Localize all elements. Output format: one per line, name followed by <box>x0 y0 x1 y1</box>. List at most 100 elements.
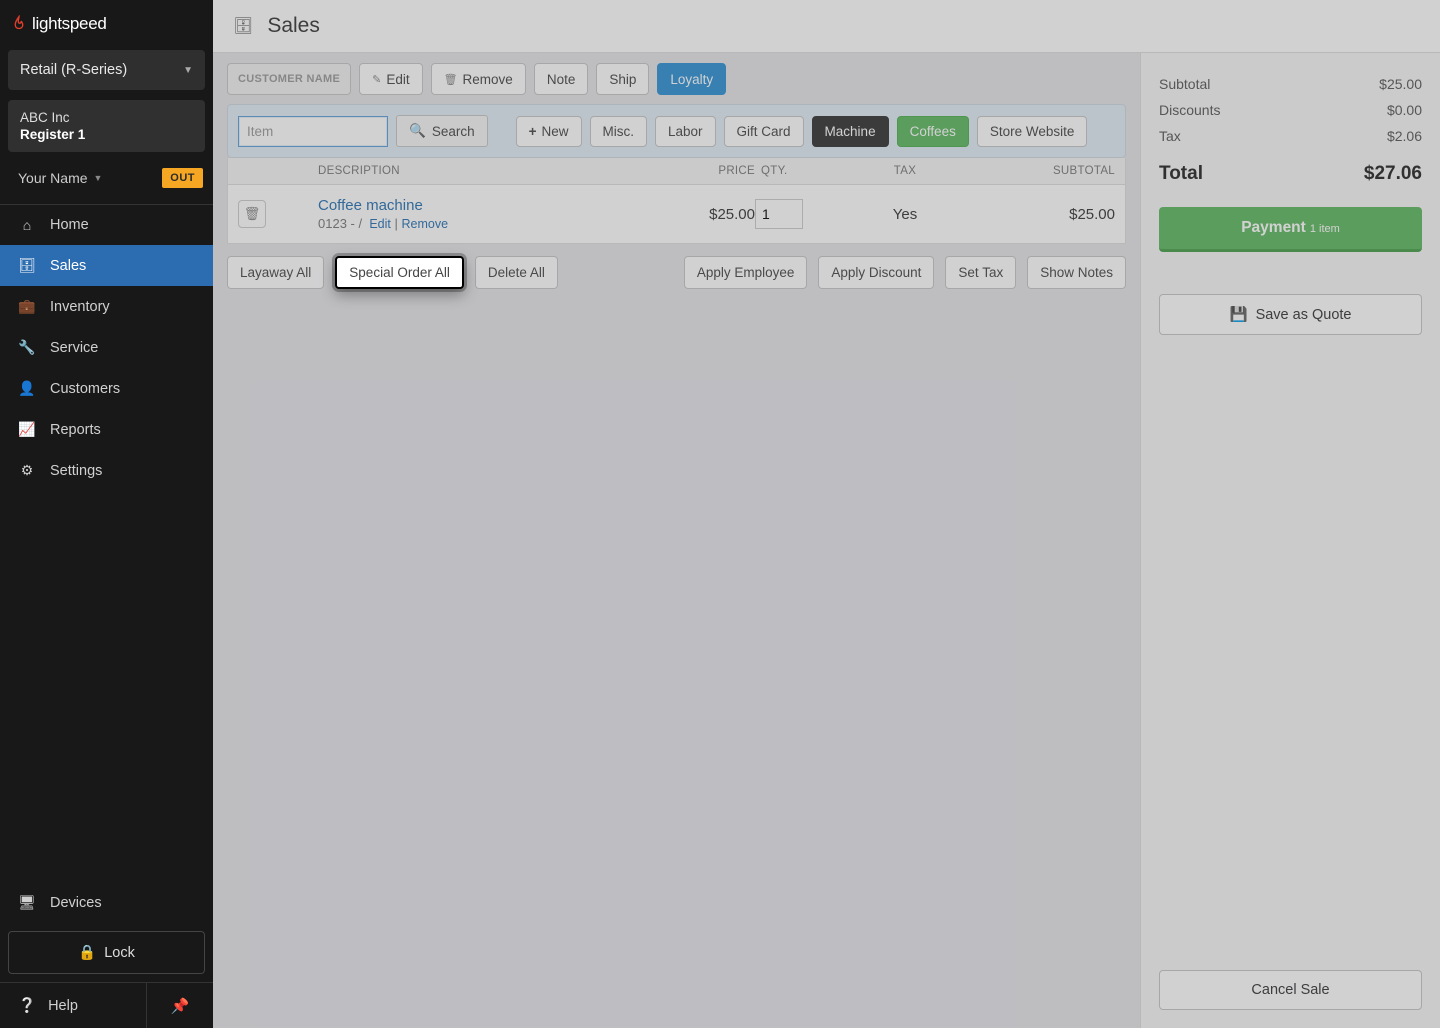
user-row: Your Name ▼ OUT <box>0 152 213 204</box>
company-name: ABC Inc <box>20 110 193 125</box>
lock-button[interactable]: 🔒Lock <box>8 931 205 974</box>
product-sku: 0123 - / <box>318 216 362 231</box>
nav-devices[interactable]: 🖥Devices <box>0 882 213 923</box>
apply-employee-button[interactable]: Apply Employee <box>684 256 808 289</box>
user-name: Your Name <box>18 170 88 186</box>
nav-sales[interactable]: 🗄 Sales <box>0 245 213 286</box>
user-menu[interactable]: Your Name ▼ <box>18 170 102 186</box>
clock-status-badge[interactable]: OUT <box>162 168 203 188</box>
plus-icon: + <box>529 124 537 139</box>
nav-home[interactable]: ⌂ Home <box>0 205 213 245</box>
nav-label: Devices <box>50 895 102 911</box>
misc-button[interactable]: Misc. <box>590 116 648 147</box>
nav-settings[interactable]: ⚙Settings <box>0 450 213 491</box>
total-label: Total <box>1159 163 1203 185</box>
special-order-all-button[interactable]: Special Order All <box>335 256 464 289</box>
nav-label: Sales <box>50 258 86 274</box>
nav-service[interactable]: 🔧Service <box>0 327 213 368</box>
briefcase-icon: 💼 <box>18 298 36 315</box>
line-tax: Yes <box>825 206 985 223</box>
nav-label: Customers <box>50 381 120 397</box>
set-tax-button[interactable]: Set Tax <box>945 256 1016 289</box>
trash-icon: 🗑 <box>244 206 261 222</box>
discount-label: Discounts <box>1159 102 1220 118</box>
nav-reports[interactable]: 📈 Reports <box>0 409 213 450</box>
sidebar-bottom: 🖥Devices 🔒Lock ❔ Help 📌 <box>0 882 213 1028</box>
apply-discount-button[interactable]: Apply Discount <box>818 256 934 289</box>
machine-button[interactable]: Machine <box>812 116 889 147</box>
coffees-button[interactable]: Coffees <box>897 116 969 147</box>
search-icon: 🔍 <box>409 123 426 139</box>
item-search-input[interactable] <box>238 116 388 147</box>
loyalty-button[interactable]: Loyalty <box>657 63 726 95</box>
home-icon: ⌂ <box>18 217 36 233</box>
col-description: DESCRIPTION <box>318 165 655 177</box>
register-block[interactable]: ABC Inc Register 1 <box>8 100 205 152</box>
customer-chip[interactable]: CUSTOMER NAME <box>227 63 351 95</box>
gear-icon: ⚙ <box>18 462 36 479</box>
edit-button[interactable]: ✎Edit <box>359 63 422 95</box>
total-value: $27.06 <box>1364 163 1422 185</box>
user-icon: 👤 <box>18 380 36 397</box>
chart-icon: 📈 <box>18 421 36 438</box>
ship-button[interactable]: Ship <box>596 63 649 95</box>
retail-selector[interactable]: Retail (R-Series) ▼ <box>8 50 205 90</box>
nav-label: Reports <box>50 422 101 438</box>
payment-label: Payment <box>1241 219 1306 236</box>
note-button[interactable]: Note <box>534 63 589 95</box>
brand-name: lightspeed <box>32 14 107 34</box>
category-bar: +New Misc. Labor Gift Card Machine Coffe… <box>516 116 1088 147</box>
col-tax: TAX <box>825 165 985 177</box>
line-subtotal: $25.00 <box>985 206 1115 223</box>
content: CUSTOMER NAME ✎Edit 🗑Remove Note Ship Lo… <box>213 53 1440 1028</box>
nav-label: Home <box>50 217 89 233</box>
pin-button[interactable]: 📌 <box>147 983 213 1028</box>
line-item: 🗑 Coffee machine 0123 - / Edit | Remove … <box>227 185 1126 244</box>
product-name-link[interactable]: Coffee machine <box>318 197 655 214</box>
col-price: PRICE <box>655 165 755 177</box>
qty-input[interactable] <box>755 199 803 229</box>
register-icon: 🗄 <box>18 257 36 274</box>
save-icon: 💾 <box>1230 306 1248 323</box>
register-name: Register 1 <box>20 127 193 142</box>
page-title: Sales <box>267 14 320 38</box>
line-remove-link[interactable]: Remove <box>401 217 448 231</box>
help-icon: ❔ <box>18 997 36 1014</box>
payment-button[interactable]: Payment 1 item <box>1159 207 1422 252</box>
show-notes-button[interactable]: Show Notes <box>1027 256 1126 289</box>
table-header: DESCRIPTION PRICE QTY. TAX SUBTOTAL <box>227 158 1126 185</box>
col-qty: QTY. <box>755 165 825 177</box>
flame-icon <box>10 15 28 33</box>
new-button[interactable]: +New <box>516 116 582 147</box>
delete-all-button[interactable]: Delete All <box>475 256 558 289</box>
logo: lightspeed <box>0 0 213 44</box>
totals-panel: Subtotal$25.00 Discounts$0.00 Tax$2.06 T… <box>1140 53 1440 1028</box>
main: 🗄 Sales CUSTOMER NAME ✎Edit 🗑Remove Note… <box>213 0 1440 1028</box>
nav-customers[interactable]: 👤 Customers <box>0 368 213 409</box>
delete-line-button[interactable]: 🗑 <box>238 200 266 228</box>
save-quote-button[interactable]: 💾Save as Quote <box>1159 294 1422 335</box>
line-description: Coffee machine 0123 - / Edit | Remove <box>318 197 655 231</box>
sale-area: CUSTOMER NAME ✎Edit 🗑Remove Note Ship Lo… <box>213 53 1140 1028</box>
register-icon: 🗄 <box>233 16 253 36</box>
line-edit-link[interactable]: Edit <box>369 217 391 231</box>
layaway-all-button[interactable]: Layaway All <box>227 256 324 289</box>
subtotal-label: Subtotal <box>1159 76 1210 92</box>
help-link[interactable]: ❔ Help <box>0 983 147 1028</box>
cancel-sale-button[interactable]: Cancel Sale <box>1159 970 1422 1010</box>
pencil-icon: ✎ <box>372 73 381 86</box>
labor-button[interactable]: Labor <box>655 116 716 147</box>
remove-button[interactable]: 🗑Remove <box>431 63 526 95</box>
customer-toolbar: CUSTOMER NAME ✎Edit 🗑Remove Note Ship Lo… <box>227 63 1126 95</box>
help-label: Help <box>48 998 78 1014</box>
bulk-actions: Layaway All Special Order All Delete All… <box>227 256 1126 289</box>
search-button[interactable]: 🔍Search <box>396 115 488 147</box>
wrench-icon: 🔧 <box>18 339 36 356</box>
nav-inventory[interactable]: 💼Inventory <box>0 286 213 327</box>
payment-count: 1 item <box>1310 223 1340 235</box>
giftcard-button[interactable]: Gift Card <box>724 116 804 147</box>
col-subtotal: SUBTOTAL <box>985 165 1115 177</box>
store-website-button[interactable]: Store Website <box>977 116 1088 147</box>
tax-label: Tax <box>1159 128 1181 144</box>
sidebar: lightspeed Retail (R-Series) ▼ ABC Inc R… <box>0 0 213 1028</box>
